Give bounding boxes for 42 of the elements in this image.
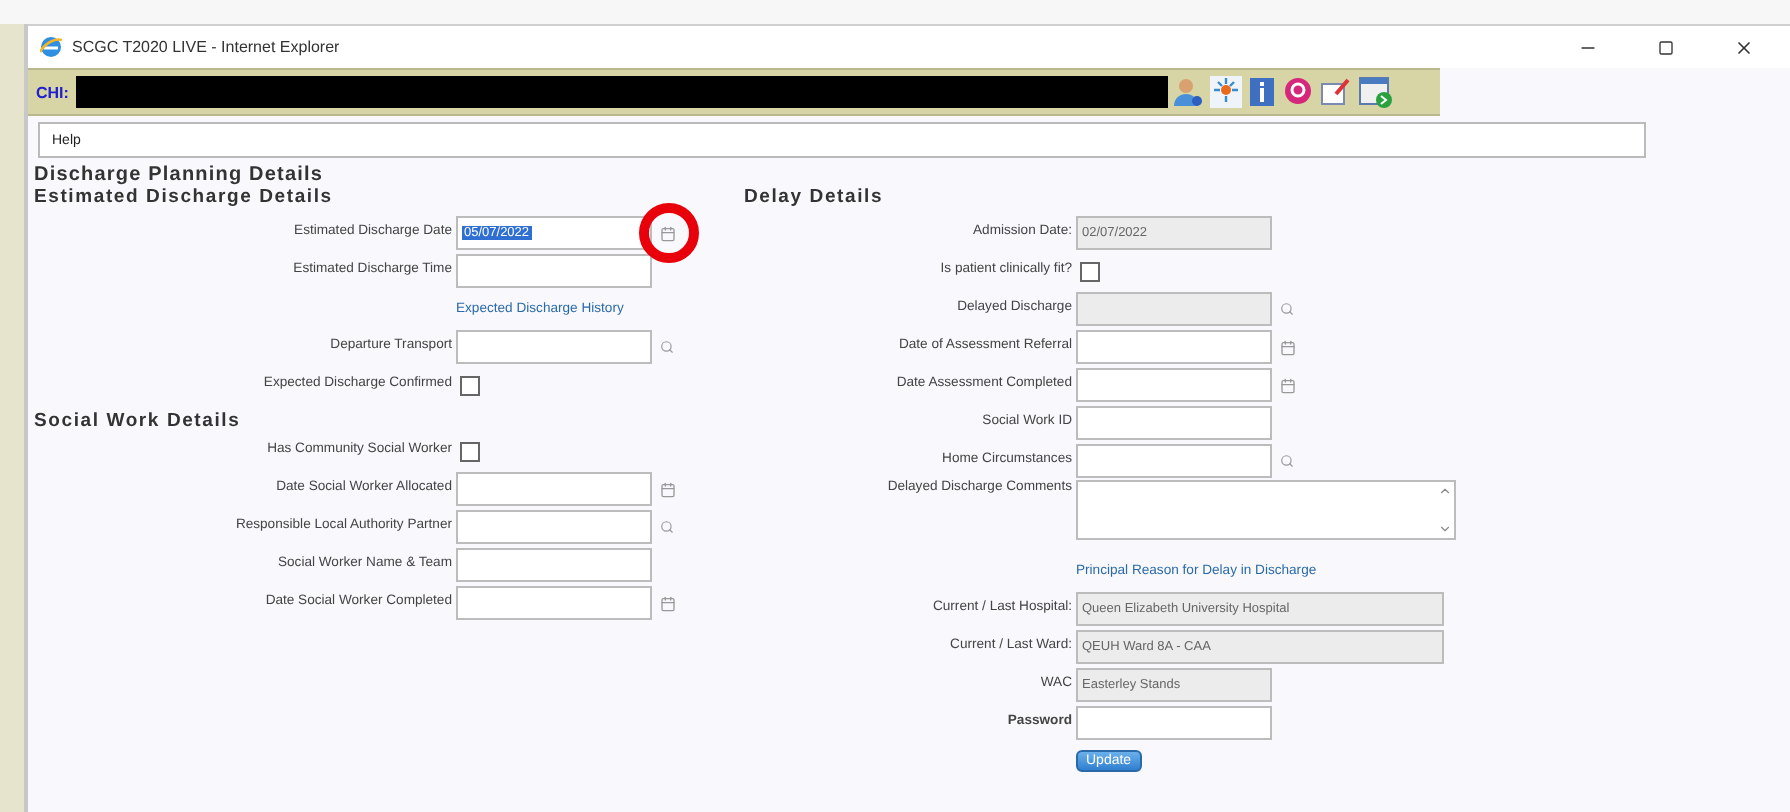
section-heading: Social Work Details — [34, 410, 243, 432]
section-heading: Delay Details — [744, 186, 886, 208]
text-field[interactable] — [456, 472, 652, 506]
checkbox[interactable] — [1080, 261, 1100, 281]
text-field[interactable] — [1076, 330, 1272, 364]
scroll-down-icon[interactable] — [1438, 522, 1452, 536]
page-title: Discharge Planning Details — [34, 164, 326, 186]
chi-label: CHI: — [36, 83, 69, 101]
calendar-go-icon[interactable] — [1358, 74, 1395, 110]
text-field[interactable] — [456, 586, 652, 620]
calendar-icon[interactable] — [660, 481, 676, 497]
info-icon[interactable] — [1248, 76, 1277, 108]
calendar-icon[interactable] — [1280, 377, 1296, 393]
text-field[interactable] — [1076, 292, 1272, 326]
text-field[interactable] — [456, 254, 652, 288]
search-icon[interactable] — [660, 520, 674, 534]
comments-field[interactable] — [1076, 480, 1456, 540]
calendar-icon[interactable] — [660, 595, 676, 611]
window-title: SCGC T2020 LIVE - Internet Explorer — [72, 38, 342, 56]
note-icon[interactable] — [1320, 76, 1353, 108]
close-icon[interactable] — [1734, 37, 1754, 57]
maximize-icon[interactable] — [1658, 39, 1674, 55]
person-icon[interactable] — [1172, 76, 1205, 108]
search-icon[interactable] — [1280, 302, 1294, 316]
search-icon[interactable] — [1280, 454, 1294, 468]
browser-icon — [40, 36, 62, 58]
scroll-up-icon[interactable] — [1438, 484, 1452, 498]
text-field[interactable] — [1076, 406, 1272, 440]
checkbox[interactable] — [460, 375, 480, 395]
text-field[interactable] — [456, 330, 652, 364]
burst-icon[interactable] — [1210, 76, 1243, 108]
search-icon[interactable] — [660, 340, 674, 354]
text-field[interactable] — [1076, 706, 1272, 740]
text-field[interactable] — [456, 510, 652, 544]
magnifier-icon[interactable] — [1282, 76, 1315, 108]
text-field[interactable] — [1076, 444, 1272, 478]
calendar-icon[interactable] — [660, 225, 676, 241]
text-field[interactable] — [1076, 368, 1272, 402]
text-field[interactable] — [456, 548, 652, 582]
calendar-icon[interactable] — [1280, 339, 1296, 355]
checkbox[interactable] — [460, 441, 480, 461]
section-heading: Estimated Discharge Details — [34, 186, 335, 208]
